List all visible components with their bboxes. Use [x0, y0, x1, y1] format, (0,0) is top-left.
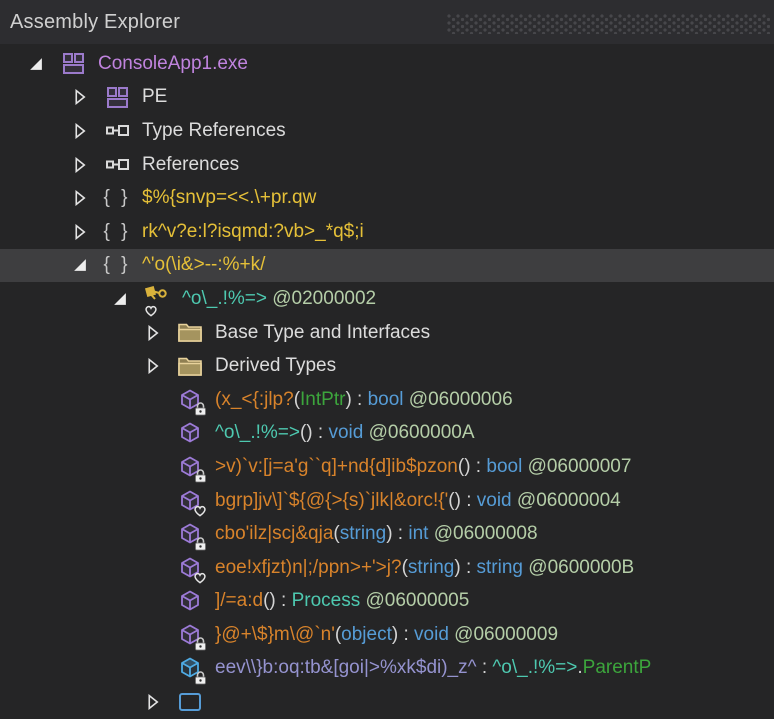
expander-collapsed-icon[interactable]	[145, 694, 177, 710]
node-label: ^o\_.!%=> @02000002	[182, 288, 376, 310]
assembly-icon	[104, 84, 130, 111]
node-label: >v)`v:[j=a'g``q]+nd{d]ib$pzon() : bool @…	[215, 456, 631, 478]
rect-icon	[177, 689, 203, 716]
method-icon	[177, 487, 203, 514]
tree-item-namespace-3[interactable]: { } ^'o(\i&>--:%+k/	[0, 249, 774, 283]
grip-dots[interactable]	[447, 14, 770, 34]
node-label: References	[142, 154, 239, 176]
method-icon	[177, 588, 203, 615]
method-icon	[177, 386, 203, 413]
tree-item-references[interactable]: References	[0, 148, 774, 182]
tree-item-type-references[interactable]: Type References	[0, 114, 774, 148]
tree-item-method-06000006[interactable]: (x_<{:jlp?(IntPtr) : bool @06000006	[0, 383, 774, 417]
expander-expanded-icon[interactable]	[72, 257, 104, 273]
node-label: ^'o(\i&>--:%+k/	[142, 254, 265, 276]
node-label: $%{snvp=<<.\+pr.qw	[142, 187, 316, 209]
lock-badge-icon	[194, 671, 207, 685]
tree-item-method-06000009[interactable]: }@+\$}m\@`n'(object) : void @06000009	[0, 618, 774, 652]
panel-titlebar[interactable]: Assembly Explorer	[0, 0, 774, 44]
field-icon	[177, 655, 203, 682]
tree-item-base-type-and-interfaces[interactable]: Base Type and Interfaces	[0, 316, 774, 350]
tree-item-partial[interactable]	[0, 685, 774, 719]
tree-item-namespace-1[interactable]: { } $%{snvp=<<.\+pr.qw	[0, 181, 774, 215]
node-label: ConsoleApp1.exe	[98, 53, 248, 75]
expander-collapsed-icon[interactable]	[72, 157, 104, 173]
tree-item-class[interactable]: ^o\_.!%=> @02000002	[0, 282, 774, 316]
tree-item-namespace-2[interactable]: { } rk^v?e:l?isqmd:?vb>_*q$;i	[0, 215, 774, 249]
method-icon	[177, 453, 203, 480]
node-label: }@+\$}m\@`n'(object) : void @06000009	[215, 624, 558, 646]
class-icon	[144, 285, 170, 312]
node-label: Type References	[142, 120, 286, 142]
node-label: Base Type and Interfaces	[215, 322, 430, 344]
node-label: eev\\}b:oq:tb&[goi|>%xk$di)_z^ : ^o\_.!%…	[215, 657, 651, 679]
node-label: cbo'ilz|scj&qja(string) : int @06000008	[215, 523, 538, 545]
expander-collapsed-icon[interactable]	[72, 123, 104, 139]
tree-item-derived-types[interactable]: Derived Types	[0, 349, 774, 383]
tree-item-field[interactable]: eev\\}b:oq:tb&[goi|>%xk$di)_z^ : ^o\_.!%…	[0, 652, 774, 686]
namespace-icon: { }	[104, 218, 130, 245]
method-icon	[177, 554, 203, 581]
panel-title: Assembly Explorer	[0, 11, 180, 34]
node-label: ^o\_.!%=>() : void @0600000A	[215, 422, 475, 444]
tree-item-method-06000004[interactable]: bgrp]jv\]`${@{>{s)`jlk|&orc!{'() : void …	[0, 484, 774, 518]
tree-item-consoleapp1-exe[interactable]: ConsoleApp1.exe	[0, 47, 774, 81]
node-label: ]/=a:d() : Process @06000005	[215, 590, 469, 612]
expander-collapsed-icon[interactable]	[72, 89, 104, 105]
assembly-tree: ConsoleApp1.exe PE Type References Referenc…	[0, 44, 774, 719]
node-label: Derived Types	[215, 355, 336, 377]
folder-icon	[177, 319, 203, 346]
heart-badge-icon	[193, 571, 207, 584]
node-label: rk^v?e:l?isqmd:?vb>_*q$;i	[142, 221, 364, 243]
expander-collapsed-icon[interactable]	[145, 358, 177, 374]
assembly-icon	[60, 50, 86, 77]
tree-item-ctor-0600000a[interactable]: ^o\_.!%=>() : void @0600000A	[0, 417, 774, 451]
tree-item-pe[interactable]: PE	[0, 81, 774, 115]
tree-item-method-06000005[interactable]: ]/=a:d() : Process @06000005	[0, 585, 774, 619]
tree-item-method-06000007[interactable]: >v)`v:[j=a'g``q]+nd{d]ib$pzon() : bool @…	[0, 450, 774, 484]
expander-collapsed-icon[interactable]	[72, 190, 104, 206]
heart-badge-icon	[193, 504, 207, 517]
namespace-icon: { }	[104, 252, 130, 279]
method-icon	[177, 420, 203, 447]
expander-collapsed-icon[interactable]	[72, 224, 104, 240]
method-icon	[177, 621, 203, 648]
expander-expanded-icon[interactable]	[112, 291, 144, 307]
lock-badge-icon	[194, 637, 207, 651]
reference-icon	[104, 151, 130, 178]
node-label: bgrp]jv\]`${@{>{s)`jlk|&orc!{'() : void …	[215, 490, 621, 512]
expander-expanded-icon[interactable]	[28, 56, 60, 72]
namespace-icon: { }	[104, 185, 130, 212]
node-label: (x_<{:jlp?(IntPtr) : bool @06000006	[215, 389, 513, 411]
node-label: eoe!xfjzt)n|;/ppn>+'>j?(string) : string…	[215, 557, 634, 579]
lock-badge-icon	[194, 537, 207, 551]
tree-item-method-06000008[interactable]: cbo'ilz|scj&qja(string) : int @06000008	[0, 517, 774, 551]
heart-badge-icon	[144, 304, 158, 317]
reference-icon	[104, 117, 130, 144]
expander-collapsed-icon[interactable]	[145, 325, 177, 341]
lock-badge-icon	[194, 402, 207, 416]
method-icon	[177, 521, 203, 548]
folder-icon	[177, 353, 203, 380]
lock-badge-icon	[194, 469, 207, 483]
tree-item-method-0600000b[interactable]: eoe!xfjzt)n|;/ppn>+'>j?(string) : string…	[0, 551, 774, 585]
node-label: PE	[142, 86, 167, 108]
